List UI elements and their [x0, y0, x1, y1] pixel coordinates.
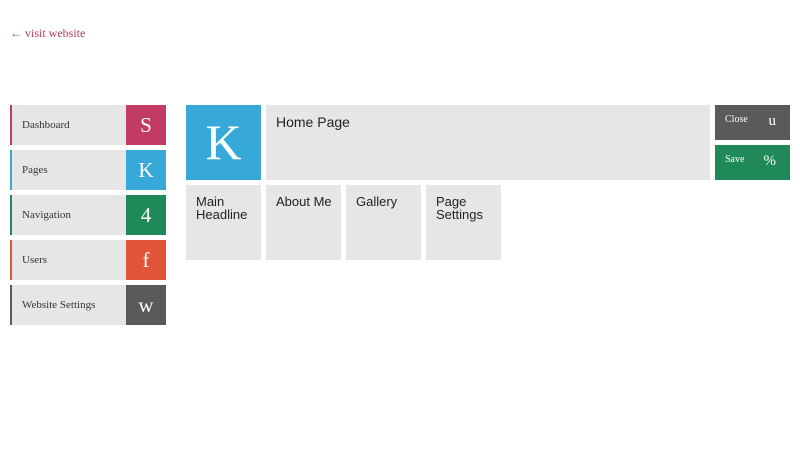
sidebar-item-label: Pages [22, 164, 48, 176]
sidebar-item-accent [10, 150, 12, 190]
save-button-label: Save [725, 154, 745, 165]
close-button-label: Close [725, 114, 748, 125]
page-title: Home Page [276, 114, 350, 130]
sidebar-item-navigation[interactable]: Navigation 4 [10, 195, 166, 235]
pages-icon: K [126, 150, 166, 190]
section-tile-label: About Me [276, 194, 332, 209]
sidebar-item-label: Users [22, 254, 48, 266]
close-icon: u [768, 113, 777, 129]
section-tile-page-settings[interactable]: Page Settings [426, 185, 501, 260]
save-icon: % [763, 153, 777, 169]
section-tile-label: Page Settings [436, 194, 483, 222]
save-button[interactable]: Save % [715, 145, 790, 180]
users-icon: f [126, 240, 166, 280]
sidebar-item-users[interactable]: Users f [10, 240, 166, 280]
sidebar-item-label: Website Settings [22, 299, 96, 311]
section-tile-gallery[interactable]: Gallery [346, 185, 421, 260]
navigation-icon: 4 [126, 195, 166, 235]
section-tile-label: Main Headline [196, 194, 248, 222]
section-tile-label: Gallery [356, 194, 398, 209]
sidebar-item-pages[interactable]: Pages K [10, 150, 166, 190]
sidebar-item-accent [10, 105, 12, 145]
pages-hero-icon: K [186, 105, 261, 180]
sidebar-item-accent [10, 240, 12, 280]
sidebar-item-label: Dashboard [22, 119, 70, 131]
settings-icon: w [126, 285, 166, 325]
sidebar-item-accent [10, 195, 12, 235]
sidebar-item-website-settings[interactable]: Website Settings w [10, 285, 166, 325]
sidebar-item-accent [10, 285, 12, 325]
section-tile-main-headline[interactable]: Main Headline [186, 185, 261, 260]
sidebar-item-dashboard[interactable]: Dashboard S [10, 105, 166, 145]
sidebar: Dashboard S Pages K Navigation 4 Users f… [10, 105, 166, 330]
page-title-panel: Home Page [266, 105, 710, 180]
dashboard-icon: S [126, 105, 166, 145]
sidebar-item-label: Navigation [22, 209, 71, 221]
visit-website-link[interactable]: ← visit website [10, 26, 85, 41]
section-tile-about-me[interactable]: About Me [266, 185, 341, 260]
close-button[interactable]: Close u [715, 105, 790, 140]
